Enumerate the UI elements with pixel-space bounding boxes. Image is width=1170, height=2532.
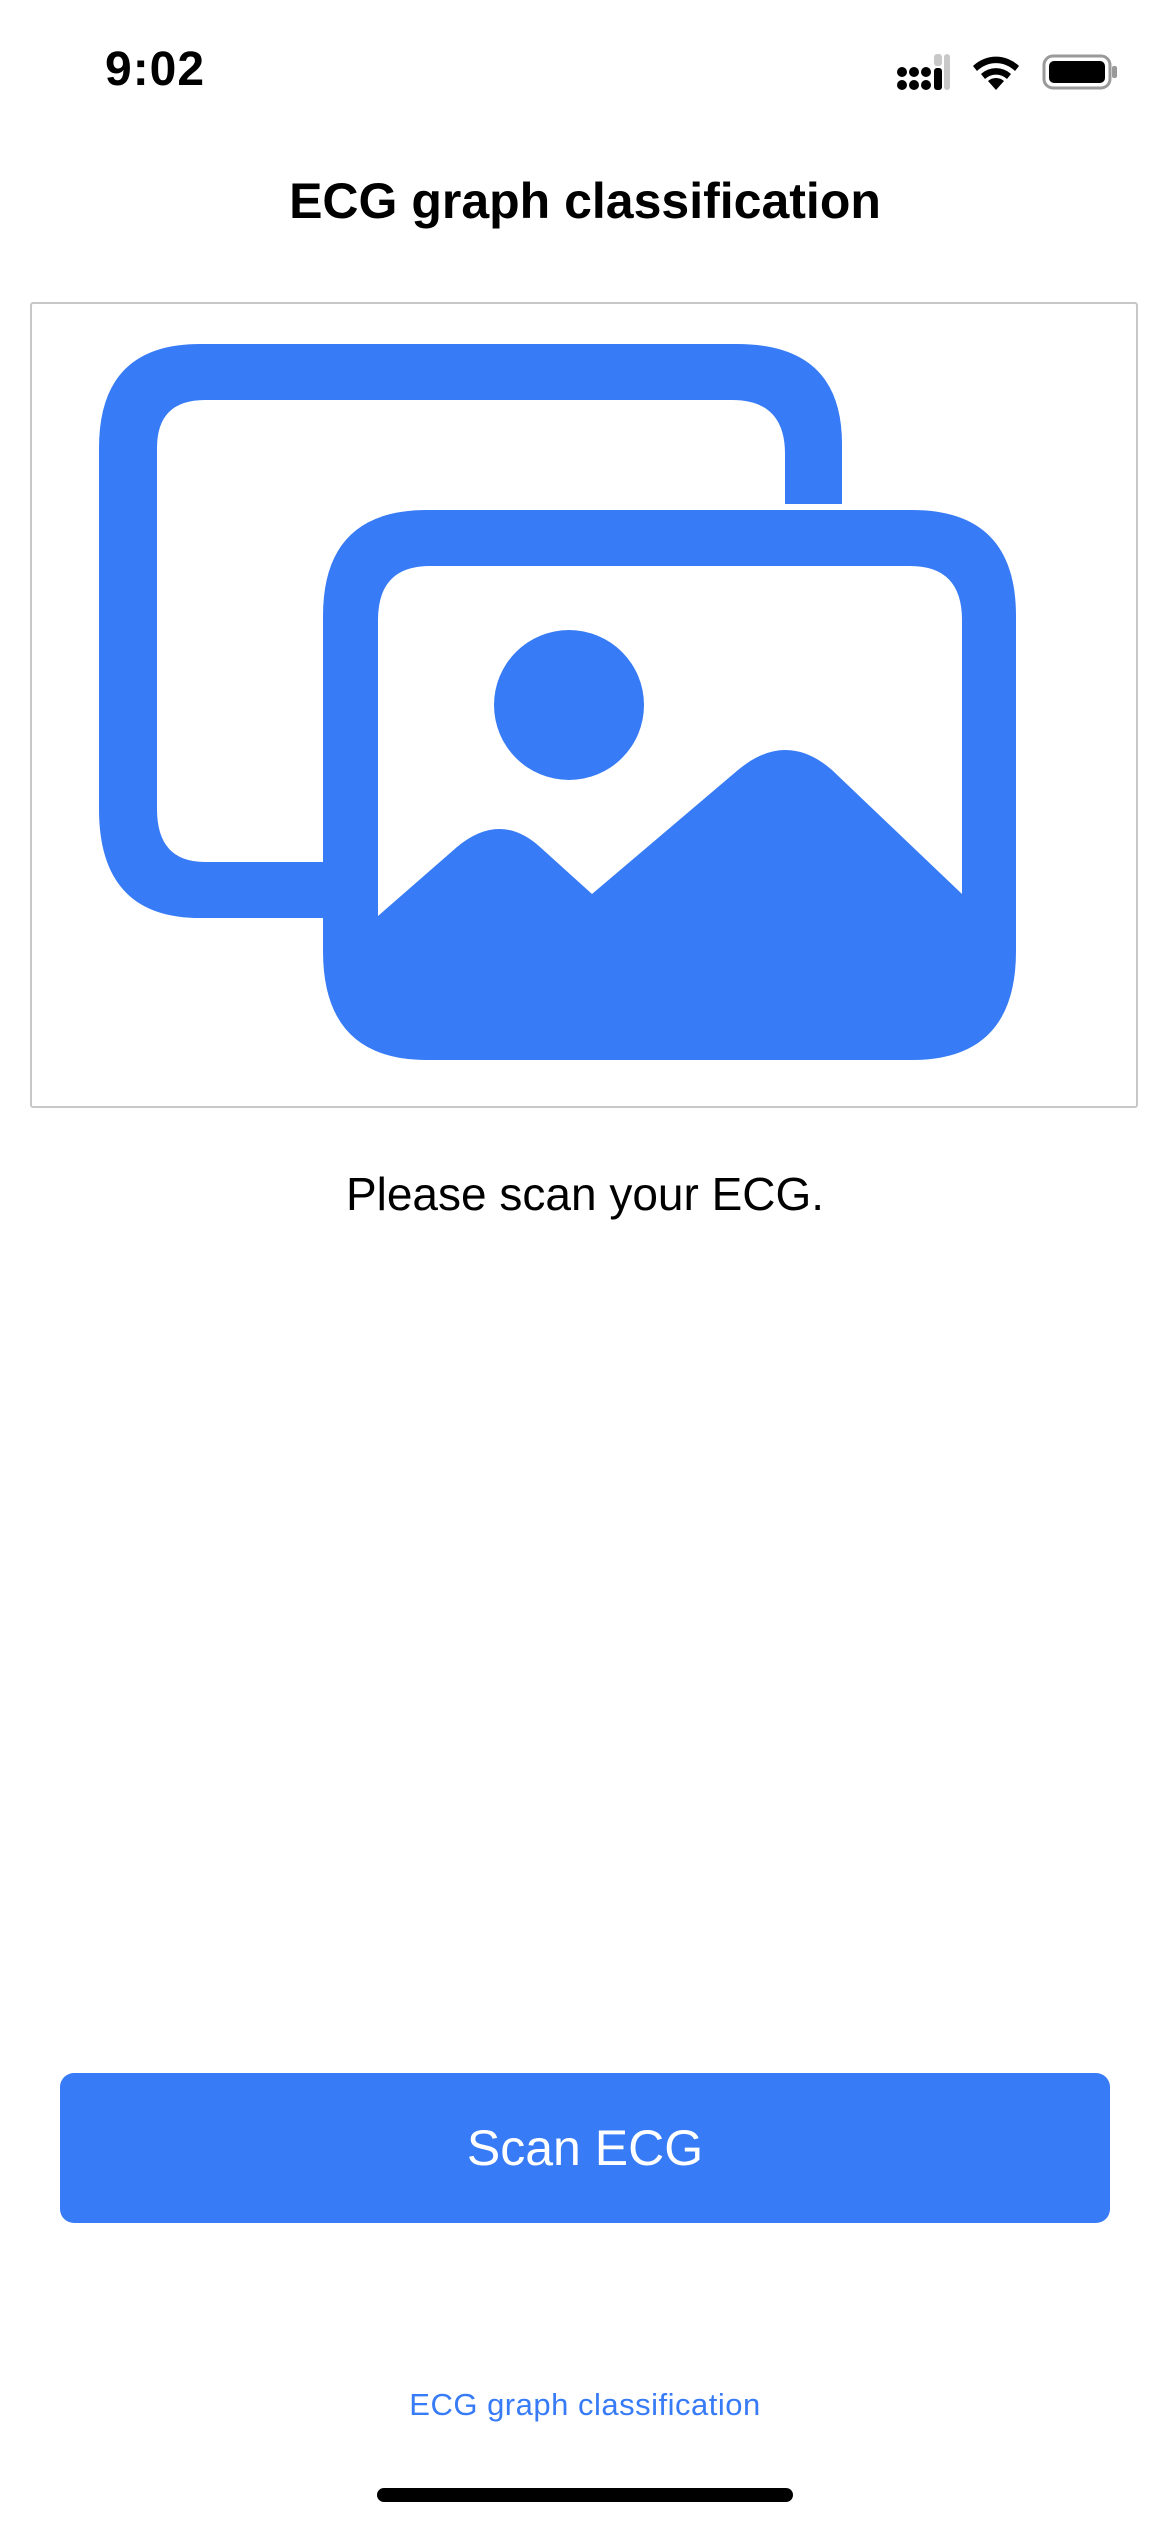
ecg-image-preview[interactable] xyxy=(30,302,1138,1108)
battery-icon xyxy=(1042,54,1117,90)
scan-ecg-button[interactable]: Scan ECG xyxy=(60,2073,1110,2223)
cellular-signal-icon xyxy=(897,54,950,90)
footer-title-link[interactable]: ECG graph classification xyxy=(0,2387,1170,2423)
wifi-icon xyxy=(973,56,1019,90)
page-title: ECG graph classification xyxy=(289,173,881,229)
scan-prompt: Please scan your ECG. xyxy=(345,1168,825,1220)
photo-on-rectangle-icon xyxy=(99,344,1016,1060)
status-time: 9:02 xyxy=(105,43,206,96)
status-icons xyxy=(896,52,1118,92)
app-screen: 9:02 ECG graph classification Please sca… xyxy=(0,0,1170,2532)
home-indicator[interactable] xyxy=(377,2488,793,2502)
status-bar: 9:02 xyxy=(0,0,1170,150)
